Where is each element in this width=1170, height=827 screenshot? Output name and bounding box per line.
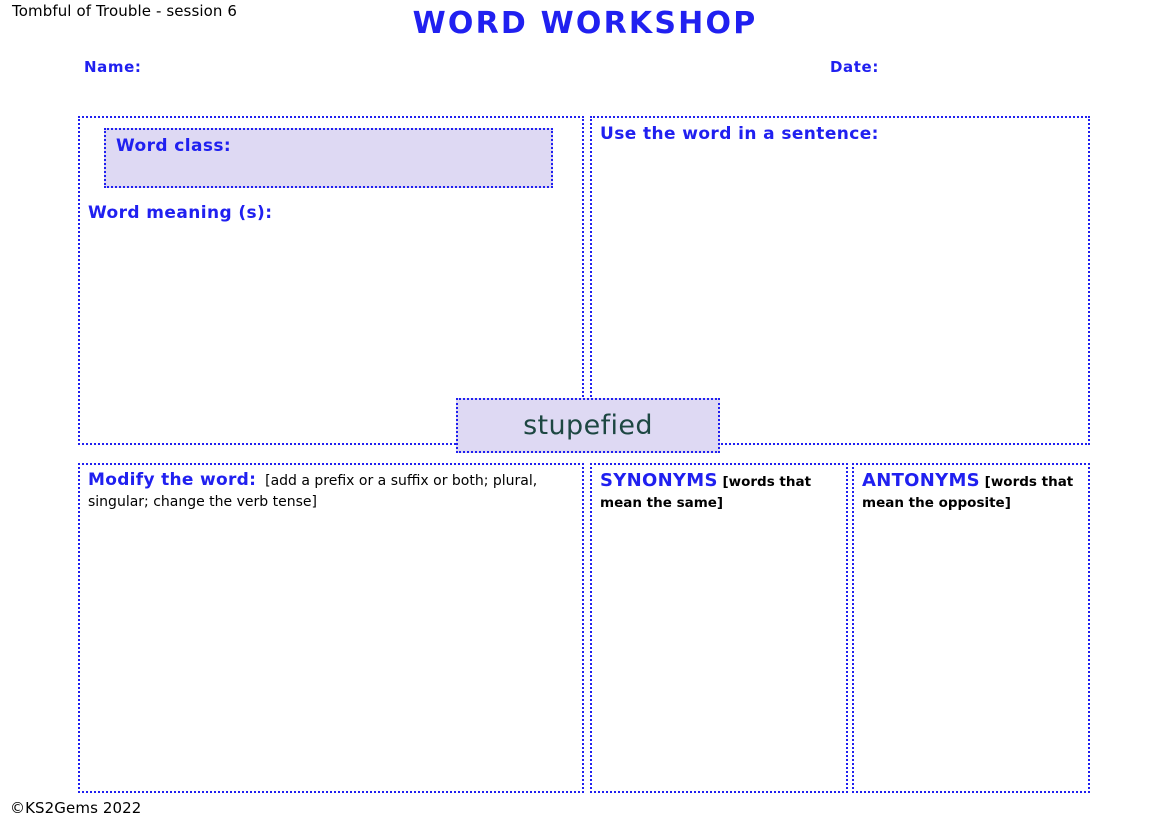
sentence-panel[interactable]: Use the word in a sentence: <box>590 116 1090 445</box>
worksheet-page: Tombful of Trouble - session 6 WORD WORK… <box>0 0 1170 827</box>
synonyms-panel[interactable]: SYNONYMS [words that mean the same] <box>590 463 848 793</box>
sentence-label: Use the word in a sentence: <box>600 124 879 144</box>
synonyms-heading: SYNONYMS [words that mean the same] <box>600 470 840 511</box>
focus-word-text: stupefied <box>523 410 653 441</box>
word-meaning-label: Word meaning (s): <box>88 203 273 223</box>
date-field-label: Date: <box>830 58 879 76</box>
word-meaning-panel[interactable]: Word class: Word meaning (s): <box>78 116 584 445</box>
synonyms-title: SYNONYMS <box>600 470 718 491</box>
antonyms-heading: ANTONYMS [words that mean the opposite] <box>862 470 1082 511</box>
word-class-label: Word class: <box>116 136 232 156</box>
word-class-box[interactable]: Word class: <box>104 128 553 188</box>
antonyms-panel[interactable]: ANTONYMS [words that mean the opposite] <box>852 463 1090 793</box>
focus-word-chip: stupefied <box>456 398 720 453</box>
page-title: WORD WORKSHOP <box>412 6 758 41</box>
modify-word-heading: Modify the word: [add a prefix or a suff… <box>88 470 576 511</box>
modify-word-panel[interactable]: Modify the word: [add a prefix or a suff… <box>78 463 584 793</box>
antonyms-title: ANTONYMS <box>862 470 980 491</box>
copyright-notice: ©KS2Gems 2022 <box>10 799 142 817</box>
name-field-label: Name: <box>84 58 142 76</box>
modify-word-title: Modify the word: <box>88 470 257 490</box>
